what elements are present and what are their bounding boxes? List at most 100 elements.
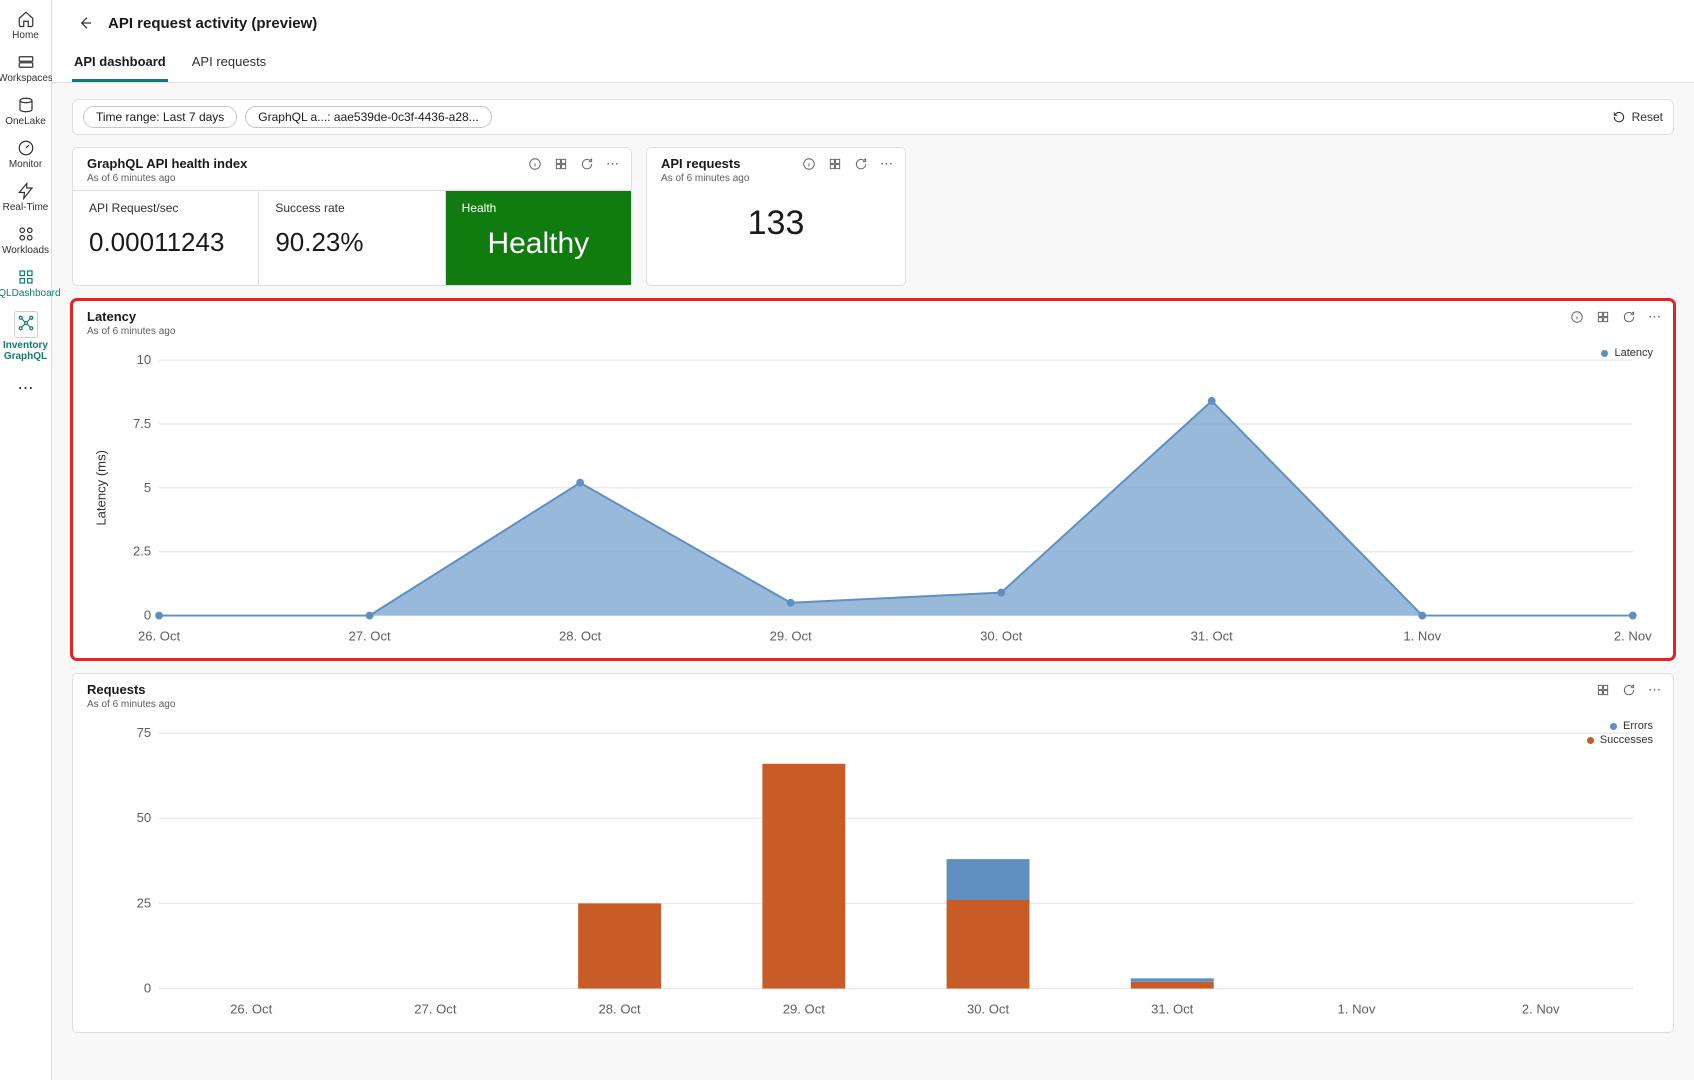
workspaces-icon [17,53,35,71]
more-icon[interactable]: ⋯ [606,156,619,172]
requests-sub: As of 6 minutes ago [87,699,175,710]
header: API request activity (preview) API dashb… [52,0,1694,83]
reset-label: Reset [1632,110,1663,124]
api-requests-sub: As of 6 minutes ago [661,173,749,184]
more-icon[interactable]: ⋯ [1648,682,1661,698]
sidebar-item-gqldashboard[interactable]: GQLDashboard [0,262,51,305]
svg-text:27. Oct: 27. Oct [414,1002,457,1017]
more-icon[interactable]: ⋯ [1648,309,1661,325]
sidebar-item-inventory-graphql[interactable]: Inventory GraphQL [0,305,51,368]
sidebar-item-workloads[interactable]: Workloads [0,219,51,262]
sidebar: Home Workspaces OneLake Monitor Real-Tim… [0,0,52,1080]
metric-success-value: 90.23% [275,227,428,258]
svg-text:2. Nov: 2. Nov [1522,1002,1560,1017]
svg-text:0: 0 [144,607,151,622]
api-requests-title: API requests [661,156,749,171]
gql-icon [17,268,35,286]
tab-api-dashboard[interactable]: API dashboard [72,46,168,82]
time-range-filter[interactable]: Time range: Last 7 days [83,106,237,128]
latency-card: Latency As of 6 minutes ago ⋯ Latency 0 2… [72,300,1674,659]
sidebar-item-monitor[interactable]: Monitor [0,133,51,176]
svg-text:31. Oct: 31. Oct [1191,628,1234,643]
svg-text:2. Nov: 2. Nov [1614,628,1652,643]
api-requests-card: API requests As of 6 minutes ago ⋯ 133 [646,147,906,286]
health-card-sub: As of 6 minutes ago [87,173,247,184]
reset-icon [1612,110,1626,124]
latency-chart: 02.557.510Latency (ms)26. Oct27. Oct28. … [87,347,1659,648]
back-arrow-icon [77,15,93,31]
refresh-icon[interactable] [580,157,594,171]
svg-text:25: 25 [137,896,152,911]
svg-text:7.5: 7.5 [133,416,151,431]
svg-text:75: 75 [137,725,152,740]
home-icon [17,10,35,28]
svg-text:10: 10 [137,352,152,367]
successes-legend: Successes [1600,734,1653,746]
reset-button[interactable]: Reset [1612,110,1663,124]
svg-text:28. Oct: 28. Oct [559,628,602,643]
more-icon[interactable]: ⋯ [880,156,893,172]
page-title: API request activity (preview) [108,15,317,32]
latency-title: Latency [87,309,175,324]
tab-api-requests[interactable]: API requests [190,46,268,82]
graphql-filter[interactable]: GraphQL a...: aae539de-0c3f-4436-a28... [245,106,491,128]
info-icon[interactable] [528,157,542,171]
metric-health: Health Healthy [446,191,631,285]
latency-legend: Latency [1614,347,1653,359]
metric-health-value: Healthy [462,227,615,261]
svg-text:1. Nov: 1. Nov [1338,1002,1376,1017]
svg-text:28. Oct: 28. Oct [599,1002,642,1017]
grid-icon[interactable] [554,157,568,171]
back-button[interactable] [72,10,98,36]
requests-card: Requests As of 6 minutes ago ⋯ Errors Su… [72,673,1674,1032]
filter-bar: Time range: Last 7 days GraphQL a...: aa… [72,99,1674,135]
requests-chart: 0 25 50 75 26. Oct 27. Oct 28. Oct 29. Oct 30. O… [87,720,1659,1021]
svg-text:26. Oct: 26. Oct [230,1002,273,1017]
sidebar-item-workspaces[interactable]: Workspaces [0,47,51,90]
svg-text:30. Oct: 30. Oct [967,1002,1010,1017]
svg-text:26. Oct: 26. Oct [138,628,181,643]
sidebar-item-label: Home [12,30,39,41]
metric-success-label: Success rate [275,201,428,215]
refresh-icon[interactable] [854,157,868,171]
api-requests-value: 133 [647,190,905,267]
sidebar-item-real-time[interactable]: Real-Time [0,176,51,219]
health-index-card: GraphQL API health index As of 6 minutes… [72,147,632,286]
metric-rps-label: API Request/sec [89,201,242,215]
sidebar-item-label: Monitor [9,159,42,170]
sidebar-item-label: Workloads [2,245,49,256]
realtime-icon [17,182,35,200]
sidebar-item-label: Workspaces [0,73,53,84]
requests-title: Requests [87,682,175,697]
svg-text:29. Oct: 29. Oct [770,628,813,643]
sidebar-item-label: OneLake [5,116,46,127]
svg-text:29. Oct: 29. Oct [783,1002,826,1017]
sidebar-more[interactable]: ⋯ [18,368,34,408]
grid-icon[interactable] [1596,310,1610,324]
svg-text:2.5: 2.5 [133,544,151,559]
monitor-icon [17,139,35,157]
svg-text:50: 50 [137,810,152,825]
svg-text:27. Oct: 27. Oct [349,628,392,643]
sidebar-item-label: Inventory GraphQL [0,340,51,362]
onelake-icon [17,96,35,114]
grid-icon[interactable] [828,157,842,171]
metric-success: Success rate 90.23% [259,191,445,285]
info-icon[interactable] [1570,310,1584,324]
sidebar-item-home[interactable]: Home [0,4,51,47]
workloads-icon [17,225,35,243]
refresh-icon[interactable] [1622,310,1636,324]
svg-text:5: 5 [144,480,151,495]
health-card-title: GraphQL API health index [87,156,247,171]
inventory-icon [17,314,35,332]
metric-rps: API Request/sec 0.00011243 [73,191,259,285]
svg-text:31. Oct: 31. Oct [1151,1002,1194,1017]
errors-legend: Errors [1623,720,1653,732]
info-icon[interactable] [802,157,816,171]
latency-sub: As of 6 minutes ago [87,326,175,337]
svg-text:0: 0 [144,981,151,996]
grid-icon[interactable] [1596,683,1610,697]
refresh-icon[interactable] [1622,683,1636,697]
sidebar-item-onelake[interactable]: OneLake [0,90,51,133]
metric-rps-value: 0.00011243 [89,227,242,258]
